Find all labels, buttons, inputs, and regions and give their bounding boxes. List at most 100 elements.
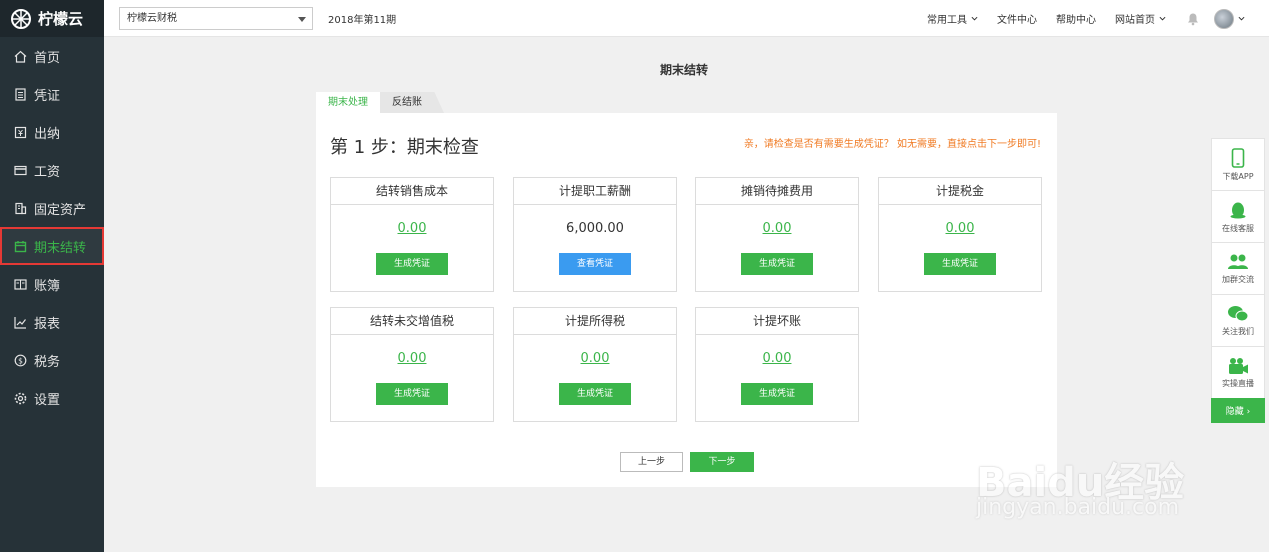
generate-voucher-button[interactable]: 生成凭证 xyxy=(924,253,996,275)
card-value-link[interactable]: 0.00 xyxy=(331,351,493,369)
join-group-button[interactable]: 加群交流 xyxy=(1211,242,1265,294)
follow-us-button[interactable]: 关注我们 xyxy=(1211,294,1265,346)
phone-icon xyxy=(1231,147,1245,168)
card-salary-accrual: 计提职工薪酬 6,000.00 查看凭证 xyxy=(513,177,677,292)
sidebar-item-settings[interactable]: 设置 xyxy=(0,379,104,417)
svg-text:$: $ xyxy=(18,356,23,365)
building-icon xyxy=(13,201,27,215)
avatar[interactable] xyxy=(1214,8,1234,29)
float-toolbar: 下载APP 在线客服 加群交流 关注我们 实操直播 隐藏 › xyxy=(1211,138,1265,423)
card-title: 结转未交增值税 xyxy=(331,308,493,335)
sidebar-item-tax[interactable]: $ 税务 xyxy=(0,341,104,379)
sidebar: 柠檬云 首页 凭证 出纳 工资 固定资产 期末结转 账簿 报表 $ 税务 设置 xyxy=(0,0,104,552)
view-voucher-button[interactable]: 查看凭证 xyxy=(559,253,631,275)
card-title: 摊销待摊费用 xyxy=(696,178,858,205)
sidebar-item-period-end[interactable]: 期末结转 xyxy=(0,227,104,265)
sidebar-item-label: 出纳 xyxy=(34,126,61,142)
sidebar-item-voucher[interactable]: 凭证 xyxy=(0,75,104,113)
app-name: 柠檬云 xyxy=(38,10,84,28)
file-center-link[interactable]: 文件中心 xyxy=(997,11,1037,26)
live-stream-button[interactable]: 实操直播 xyxy=(1211,346,1265,398)
card-title: 计提职工薪酬 xyxy=(514,178,676,205)
video-camera-icon xyxy=(1229,357,1248,374)
card-value: 6,000.00 xyxy=(566,221,624,236)
generate-voucher-button[interactable]: 生成凭证 xyxy=(376,253,448,275)
bell-icon[interactable] xyxy=(1186,12,1200,26)
sidebar-item-label: 报表 xyxy=(34,316,61,332)
card-title: 计提税金 xyxy=(879,178,1041,205)
main-panel: 第 1 步：期末检查 亲，请检查是否有需要生成凭证？ 如无需要，直接点击下一步即… xyxy=(316,113,1057,487)
top-links: 常用工具 文件中心 帮助中心 网站首页 xyxy=(908,0,1245,37)
sidebar-item-fixed-assets[interactable]: 固定资产 xyxy=(0,189,104,227)
card-title: 结转销售成本 xyxy=(331,178,493,205)
salary-icon xyxy=(13,163,27,177)
card-title: 计提坏账 xyxy=(696,308,858,335)
card-value-link[interactable]: 0.00 xyxy=(514,351,676,369)
site-home-label: 网站首页 xyxy=(1115,15,1155,26)
watermark-url: jingyan.baidu.com xyxy=(976,495,1180,520)
tools-menu-label: 常用工具 xyxy=(927,15,967,26)
card-value-link[interactable]: 0.00 xyxy=(331,221,493,239)
sidebar-item-label: 账簿 xyxy=(34,278,61,294)
tools-menu[interactable]: 常用工具 xyxy=(927,11,978,26)
book-icon xyxy=(13,277,27,291)
hint-text: 亲，请检查是否有需要生成凭证？ 如无需要，直接点击下一步即可! xyxy=(743,139,1041,150)
card-value-link[interactable]: 0.00 xyxy=(696,351,858,369)
live-stream-label: 实操直播 xyxy=(1222,378,1254,388)
sidebar-item-label: 税务 xyxy=(34,354,61,370)
chevron-down-icon xyxy=(971,16,978,21)
sidebar-item-cashier[interactable]: 出纳 xyxy=(0,113,104,151)
card-prepaid-amortization: 摊销待摊费用 0.00 生成凭证 xyxy=(695,177,859,292)
generate-voucher-button[interactable]: 生成凭证 xyxy=(741,253,813,275)
accounting-period: 2018年第11期 xyxy=(328,15,397,26)
sidebar-item-ledger[interactable]: 账簿 xyxy=(0,265,104,303)
sidebar-item-salary[interactable]: 工资 xyxy=(0,151,104,189)
sidebar-item-reports[interactable]: 报表 xyxy=(0,303,104,341)
company-select[interactable]: 柠檬云财税 xyxy=(119,7,313,30)
follow-us-label: 关注我们 xyxy=(1222,326,1254,336)
card-value-link[interactable]: 0.00 xyxy=(696,221,858,239)
sidebar-item-label: 工资 xyxy=(34,164,61,180)
home-icon xyxy=(13,49,27,63)
logo[interactable]: 柠檬云 xyxy=(0,0,104,37)
cashier-icon xyxy=(13,125,27,139)
sidebar-item-label: 首页 xyxy=(34,50,61,66)
download-app-label: 下载APP xyxy=(1222,171,1254,181)
generate-voucher-button[interactable]: 生成凭证 xyxy=(376,383,448,405)
topbar: 柠檬云财税 2018年第11期 常用工具 文件中心 帮助中心 网站首页 xyxy=(104,0,1269,37)
caret-down-icon xyxy=(298,17,306,22)
prev-step-button[interactable]: 上一步 xyxy=(620,452,683,472)
download-app-button[interactable]: 下载APP xyxy=(1211,138,1265,190)
tab-period-end-processing[interactable]: 期末处理 xyxy=(316,92,380,113)
tab-reverse-closing[interactable]: 反结账 xyxy=(380,92,444,113)
group-icon xyxy=(1228,254,1248,269)
help-center-link[interactable]: 帮助中心 xyxy=(1056,11,1096,26)
next-step-button[interactable]: 下一步 xyxy=(690,452,754,472)
card-value-link[interactable]: 0.00 xyxy=(879,221,1041,239)
tabs: 期末处理 反结账 xyxy=(316,92,444,113)
sidebar-item-label: 固定资产 xyxy=(34,202,87,218)
lemon-logo-icon xyxy=(11,8,31,29)
tax-icon: $ xyxy=(13,353,27,367)
generate-voucher-button[interactable]: 生成凭证 xyxy=(559,383,631,405)
hide-toolbar-button[interactable]: 隐藏 › xyxy=(1211,398,1265,423)
calendar-icon xyxy=(13,239,27,253)
card-title: 计提所得税 xyxy=(514,308,676,335)
wechat-icon xyxy=(1228,305,1249,321)
company-select-value: 柠檬云财税 xyxy=(127,13,177,24)
sidebar-item-label: 设置 xyxy=(34,392,61,408)
online-service-label: 在线客服 xyxy=(1222,223,1254,233)
site-home-menu[interactable]: 网站首页 xyxy=(1115,11,1166,26)
chevron-down-icon xyxy=(1159,16,1166,21)
voucher-icon xyxy=(13,87,27,101)
card-tax-accrual: 计提税金 0.00 生成凭证 xyxy=(878,177,1042,292)
chevron-down-icon[interactable] xyxy=(1238,15,1245,22)
online-service-button[interactable]: 在线客服 xyxy=(1211,190,1265,242)
page-title: 期末结转 xyxy=(660,63,709,77)
sidebar-item-label: 凭证 xyxy=(34,88,61,104)
step-title: 第 1 步：期末检查 xyxy=(330,137,479,158)
penguin-icon xyxy=(1230,202,1246,218)
generate-voucher-button[interactable]: 生成凭证 xyxy=(741,383,813,405)
sidebar-item-home[interactable]: 首页 xyxy=(0,37,104,75)
card-vat-transfer: 结转未交增值税 0.00 生成凭证 xyxy=(330,307,494,422)
